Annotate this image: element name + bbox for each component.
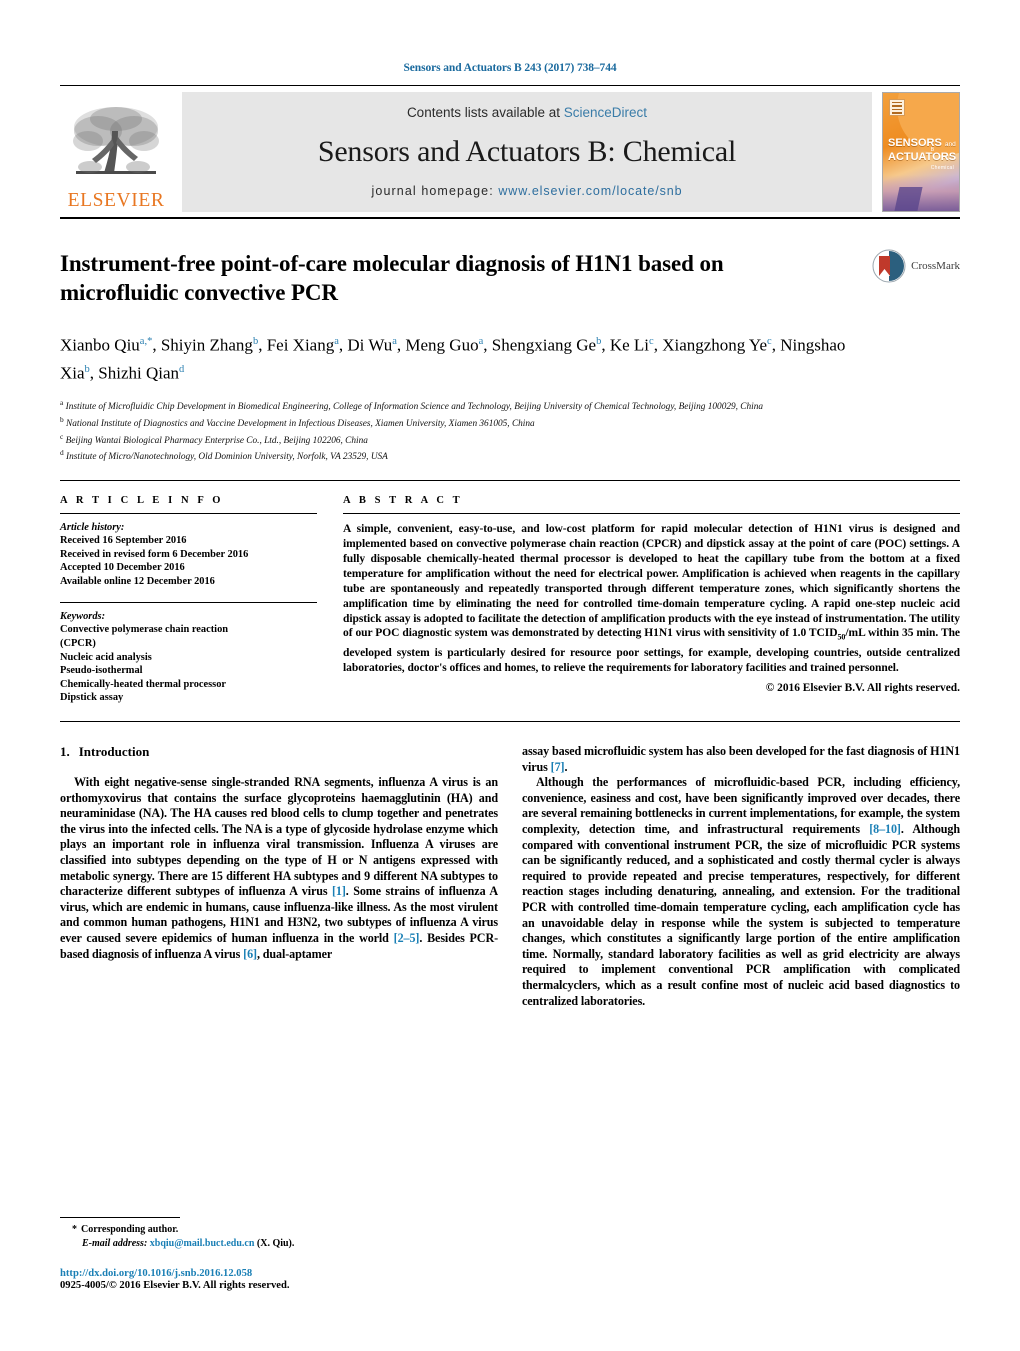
section-title: Introduction <box>78 744 150 759</box>
keyword-item: Chemically-heated thermal processor <box>60 678 227 690</box>
doi-link[interactable]: http://dx.doi.org/10.1016/j.snb.2016.12.… <box>60 1268 490 1279</box>
masthead-top-rule <box>60 85 960 86</box>
elsevier-wordmark: ELSEVIER <box>67 189 165 211</box>
sciencedirect-link[interactable]: ScienceDirect <box>564 105 647 120</box>
cover-series-letter: B Chemical <box>931 136 954 177</box>
masthead-center-panel: Contents lists available at ScienceDirec… <box>182 92 872 212</box>
crossmark-badge[interactable]: CrossMark <box>872 249 960 283</box>
keyword-item: (CPCR) <box>60 638 96 650</box>
section-number: 1. <box>60 744 70 759</box>
body-paragraph: Although the performances of microfluidi… <box>522 775 960 1008</box>
keyword-item: Dipstick assay <box>60 692 124 704</box>
body-column-right: assay based microfluidic system has also… <box>522 744 960 1009</box>
affiliation-mark: b <box>60 415 64 424</box>
body-columns: 1. Introduction With eight negative-sense… <box>60 744 960 1009</box>
email-line: E-mail address: xbqiu@mail.buct.edu.cn (… <box>60 1237 490 1250</box>
article-title: Instrument-free point-of-care molecular … <box>60 251 724 305</box>
affiliation-item: c Beijing Wantai Biological Pharmacy Ent… <box>60 431 900 448</box>
homepage-url-link[interactable]: www.elsevier.com/locate/snb <box>498 184 682 198</box>
footnote-rule <box>60 1217 180 1219</box>
article-info-heading: A R T I C L E I N F O <box>60 495 224 507</box>
abstract-rule <box>343 513 960 515</box>
email-suffix: (X. Qiu). <box>256 1237 295 1249</box>
article-info-rule <box>60 513 317 515</box>
title-block: CrossMark Instrument-free point-of-care … <box>60 249 960 313</box>
running-head: Sensors and Actuators B 243 (2017) 738–7… <box>403 62 617 74</box>
keywords-rule <box>60 602 317 604</box>
article-page: Sensors and Actuators B 243 (2017) 738–7… <box>0 0 1020 1351</box>
info-abstract-section: A R T I C L E I N F O Article history: R… <box>60 495 960 705</box>
article-info-column: A R T I C L E I N F O Article history: R… <box>60 495 335 705</box>
body-paragraph: With eight negative-sense single-strande… <box>60 775 499 961</box>
contents-prefix: Contents lists available at <box>406 105 564 120</box>
corresponding-text: Corresponding author. <box>81 1224 179 1236</box>
affiliation-text: Institute of Micro/Nanotechnology, Old D… <box>66 452 388 463</box>
cover-gradient-bottom <box>883 175 959 211</box>
journal-title: Sensors and Actuators B: Chemical <box>317 135 737 168</box>
doi-block: http://dx.doi.org/10.1016/j.snb.2016.12.… <box>60 1268 490 1291</box>
info-section-bottom-rule <box>60 721 960 722</box>
body-paragraph: assay based microfluidic system has also… <box>522 744 960 774</box>
affiliation-text: Beijing Wantai Biological Pharmacy Enter… <box>65 435 368 446</box>
masthead-bottom-rule <box>60 217 960 219</box>
abstract-copyright: © 2016 Elsevier B.V. All rights reserved… <box>765 682 960 695</box>
affiliation-list: a Institute of Microfluidic Chip Develop… <box>60 397 900 464</box>
corresponding-author-line: * Corresponding author. <box>60 1223 490 1236</box>
affiliation-item: a Institute of Microfluidic Chip Develop… <box>60 397 900 414</box>
journal-cover-thumbnail: SENSORS and ACTUATORS B Chemical <box>882 92 960 212</box>
affiliation-mark: c <box>60 431 64 441</box>
homepage-prefix: journal homepage: <box>371 184 499 198</box>
keywords-label: Keywords: <box>60 611 106 623</box>
affiliation-item: b National Institute of Diagnostics and … <box>60 414 900 431</box>
elsevier-logo: ELSEVIER <box>60 92 172 212</box>
cover-publisher-mark <box>889 99 905 116</box>
email-label: E-mail address: <box>82 1237 148 1249</box>
history-item: Accepted 10 December 2016 <box>60 562 185 574</box>
info-section-top-rule <box>60 480 960 482</box>
section-heading: 1. Introduction <box>60 744 498 760</box>
email-link[interactable]: xbqiu@mail.buct.edu.cn <box>150 1238 255 1249</box>
journal-masthead: ELSEVIER Contents lists available at Sci… <box>60 92 960 212</box>
crossmark-icon <box>872 249 906 283</box>
affiliation-text: National Institute of Diagnostics and Va… <box>66 419 535 430</box>
cover-letter-caption: Chemical <box>930 165 954 171</box>
abstract-text: A simple, convenient, easy-to-use, and l… <box>343 523 960 674</box>
crossmark-label: CrossMark <box>911 260 960 272</box>
elsevier-tree-icon <box>73 106 159 174</box>
author-list: Xianbo Qiua,*, Shiyin Zhangb, Fei Xianga… <box>60 335 846 383</box>
abstract-column: A B S T R A C T A simple, convenient, ea… <box>335 495 960 705</box>
contents-lists-line: Contents lists available at ScienceDirec… <box>407 105 647 120</box>
cover-letter-b: B <box>930 147 935 153</box>
body-column-left: 1. Introduction With eight negative-sense… <box>60 744 498 1009</box>
affiliation-mark: d <box>60 448 64 458</box>
affiliation-mark: a <box>60 398 64 408</box>
affiliation-text: Institute of Microfluidic Chip Developme… <box>65 402 764 413</box>
keyword-item: Convective polymerase chain reaction <box>60 624 229 636</box>
issn-copyright-line: 0925-4005/© 2016 Elsevier B.V. All right… <box>60 1280 290 1291</box>
history-item: Available online 12 December 2016 <box>60 575 215 587</box>
keyword-item: Nucleic acid analysis <box>60 651 152 663</box>
article-history-label: Article history: <box>60 522 125 534</box>
keyword-item: Pseudo-isothermal <box>60 665 143 677</box>
history-item: Received 16 September 2016 <box>60 535 187 547</box>
journal-homepage-line: journal homepage: www.elsevier.com/locat… <box>372 184 683 198</box>
abstract-heading: A B S T R A C T <box>343 495 463 507</box>
footnote-block: * Corresponding author. E-mail address: x… <box>60 1217 490 1291</box>
history-item: Received in revised form 6 December 2016 <box>60 548 249 560</box>
corresponding-star: * <box>72 1224 77 1236</box>
keywords-block: Keywords: Convective polymerase chain re… <box>60 611 317 705</box>
affiliation-item: d Institute of Micro/Nanotechnology, Old… <box>60 447 900 464</box>
